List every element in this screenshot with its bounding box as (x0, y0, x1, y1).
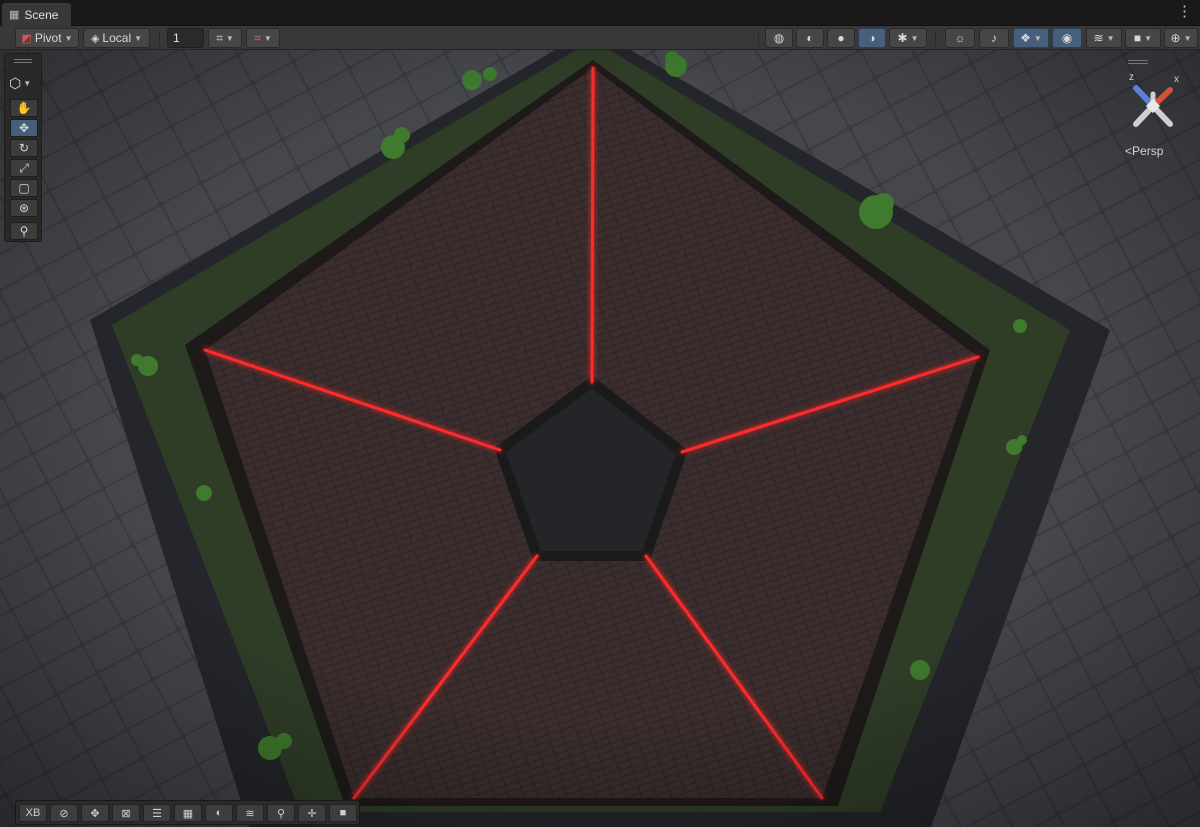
effects-dropdown[interactable]: ❖ ▼ (1013, 28, 1049, 48)
axis-x-label: x (1174, 74, 1179, 85)
pivot-move-icon[interactable]: ✛ (298, 804, 326, 822)
xb-button[interactable]: XB (19, 804, 47, 822)
bottom-overlay-toolbar: XB ⊘ ✥ ⊠ ☰ ▦ ◐ ≋ ⚲ ✛ ■ (15, 800, 360, 825)
rect-tool-icon[interactable]: ▢ (10, 179, 38, 197)
chevron-down-icon: ▼ (1106, 33, 1115, 43)
scene-toolbar: ◩ Pivot ▼ ◈ Local ▼ 1 ⌗ ▼ ⌗ ▼ ◍ ◐ ● ◑ ✱ ▼ ☼… (0, 26, 1200, 50)
axis-gizmo-icon[interactable]: z x (1118, 66, 1188, 146)
wireframe-globe-icon[interactable]: ◍ (765, 28, 793, 48)
tab-bar: ▦ Scene ⋮ (0, 0, 1200, 26)
scene-render (0, 50, 1200, 827)
chevron-down-icon: ▼ (23, 78, 32, 88)
audio-toggle-icon[interactable]: ♪ (979, 28, 1009, 48)
lighting-toggle-icon[interactable]: ☼ (945, 28, 975, 48)
xform-icon[interactable]: ⊠ (112, 804, 140, 822)
effects-icon: ❖ (1020, 31, 1031, 45)
axis-z-label: z (1129, 72, 1134, 83)
kebab-menu-icon[interactable]: ⋮ (1177, 4, 1192, 20)
increment-snap-dropdown[interactable]: ⌗ ▼ (246, 28, 280, 48)
tab-scene-label: Scene (24, 7, 59, 22)
camera-dropdown[interactable]: ■ ▼ (1125, 28, 1161, 48)
hand-tool-icon[interactable]: ✋ (10, 99, 38, 117)
projection-label: Persp (1132, 144, 1164, 158)
compass-icon[interactable]: ⊘ (50, 804, 78, 822)
transform-tool-icon[interactable]: ⊛ (10, 199, 38, 217)
tools-overlay: ⬡ ▼ ✋ ✥ ↻ ⤢ ▢ ⊛ ⚲ (4, 53, 42, 242)
gizmos-dropdown[interactable]: ⊕ ▼ (1164, 28, 1198, 48)
layers-icon: ≋ (1093, 31, 1104, 45)
chevron-down-icon: ▼ (1183, 33, 1192, 43)
rotate-tool-icon[interactable]: ↻ (10, 139, 38, 157)
grid-snap-icon: ⌗ (216, 30, 223, 45)
chevron-down-icon: ▼ (64, 33, 73, 43)
vignette (0, 50, 1200, 827)
debug-bug-icon: ✱ (897, 31, 908, 45)
scene-viewport[interactable] (0, 50, 1200, 827)
projection-toggle[interactable]: <Persp (1125, 144, 1163, 158)
camera-record-icon[interactable]: ■ (329, 804, 357, 822)
toolbar-divider (159, 30, 160, 46)
cube-icon: ⬡ (9, 74, 22, 91)
search-icon[interactable]: ⚲ (267, 804, 295, 822)
lit-shaded-icon[interactable]: ◑ (858, 28, 886, 48)
chevron-down-icon: ▼ (263, 33, 272, 43)
grid-snap-dropdown[interactable]: ⌗ ▼ (208, 28, 242, 48)
visibility-eye-icon[interactable]: ◉ (1052, 28, 1082, 48)
align-icon[interactable]: ☰ (143, 804, 171, 822)
local-dropdown[interactable]: ◈ Local ▼ (83, 28, 150, 48)
chevron-down-icon: ▼ (1033, 33, 1042, 43)
snap-increment-field[interactable]: 1 (167, 28, 204, 48)
pivot-label: Pivot (34, 31, 62, 45)
pivot-icon: ◩ (21, 32, 32, 45)
custom-tool-icon[interactable]: ⚲ (10, 222, 38, 240)
gizmos-icon: ⊕ (1170, 31, 1181, 45)
chevron-down-icon: ▼ (1144, 33, 1153, 43)
drag-handle[interactable] (14, 59, 32, 63)
move-tool-icon[interactable]: ✥ (10, 119, 38, 137)
scene-grid-icon: ▦ (9, 9, 20, 21)
pivot-dropdown[interactable]: ◩ Pivot ▼ (15, 28, 79, 48)
grid-icon[interactable]: ▦ (174, 804, 202, 822)
chevron-down-icon: ▼ (225, 33, 234, 43)
tool-context-dropdown[interactable]: ⬡ ▼ (9, 74, 39, 92)
tab-scene[interactable]: ▦ Scene (2, 3, 71, 26)
shaded-icon[interactable]: ● (827, 28, 855, 48)
toolbar-divider (758, 30, 759, 46)
persp-arrow-icon: < (1125, 144, 1133, 158)
move-icon[interactable]: ✥ (81, 804, 109, 822)
shaded-wireframe-icon[interactable]: ◐ (796, 28, 824, 48)
local-label: Local (102, 31, 132, 45)
layers-dropdown[interactable]: ≋ ▼ (1086, 28, 1122, 48)
chevron-down-icon: ▼ (134, 33, 143, 43)
gizmo-drag-handle[interactable] (1128, 60, 1148, 64)
moon-icon[interactable]: ◐ (205, 804, 233, 822)
layers-icon[interactable]: ≋ (236, 804, 264, 822)
toolbar-divider (935, 30, 936, 46)
debug-dropdown[interactable]: ✱ ▼ (889, 28, 927, 48)
chevron-down-icon: ▼ (910, 33, 919, 43)
scale-tool-icon[interactable]: ⤢ (10, 159, 38, 177)
local-cube-icon: ◈ (90, 32, 100, 45)
increment-snap-icon: ⌗ (254, 30, 261, 45)
orientation-gizmo[interactable]: z x <Persp (1118, 60, 1188, 170)
camera-icon: ■ (1133, 31, 1142, 45)
